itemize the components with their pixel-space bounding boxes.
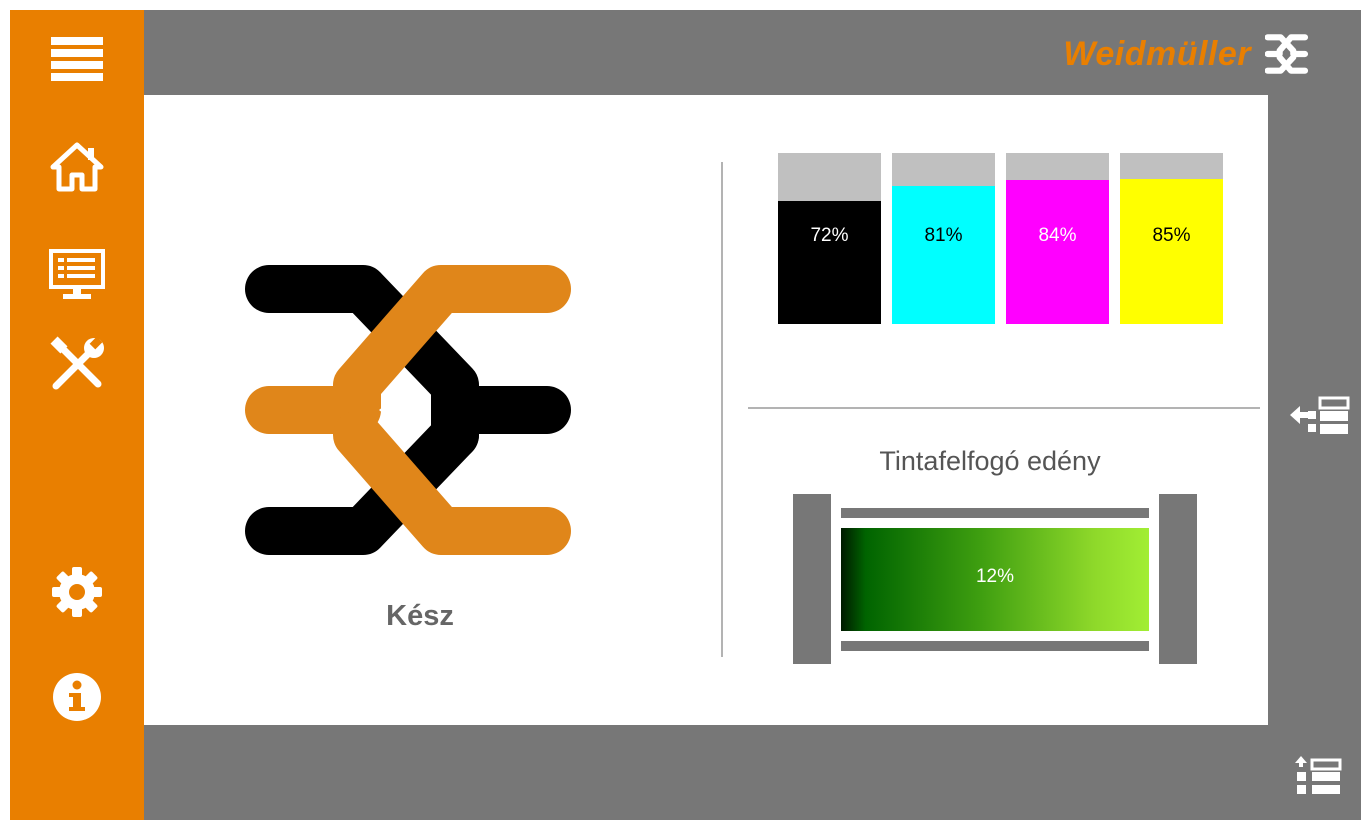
ink-fill-yellow <box>1120 178 1223 324</box>
ink-level-magenta: 84% <box>1038 225 1077 246</box>
horizontal-divider <box>748 407 1260 409</box>
ink-fill-black <box>778 200 881 324</box>
ink-tank-cyan: 81% <box>892 153 995 324</box>
waste-tank-title: Tintafelfogó edény <box>879 446 1101 476</box>
ink-level-yellow: 85% <box>1152 225 1191 246</box>
waste-tank-right-post <box>1159 494 1197 664</box>
sidebar <box>10 10 144 820</box>
ink-fill-cyan <box>892 185 995 324</box>
printer-status: Kész <box>386 600 454 632</box>
menu-button[interactable] <box>10 20 144 100</box>
info-icon <box>53 673 101 721</box>
settings-button[interactable] <box>10 552 144 632</box>
brand-mark-icon <box>1265 34 1309 74</box>
home-button[interactable] <box>10 127 144 207</box>
brand-name: Weidmüller <box>1063 34 1251 73</box>
ink-level-cyan: 81% <box>924 225 963 246</box>
monitor-button[interactable] <box>10 235 144 315</box>
ink-level-black: 72% <box>810 225 849 246</box>
ink-tank-black: 72% <box>778 153 881 324</box>
waste-tank-left-post <box>793 494 831 664</box>
waste-tank-top-rail <box>841 508 1149 518</box>
tools-icon <box>50 336 104 390</box>
ink-tank-magenta: 84% <box>1006 153 1109 324</box>
monitor-list-icon <box>49 249 105 299</box>
arrow-up-list-icon <box>1295 756 1342 794</box>
waste-tank-bottom-rail <box>841 641 1149 651</box>
collapse-list-button[interactable] <box>1286 396 1350 440</box>
home-icon <box>50 142 104 192</box>
gear-icon <box>52 567 102 617</box>
weidmueller-logo <box>245 265 571 555</box>
tools-button[interactable] <box>10 325 144 405</box>
hamburger-menu-icon <box>51 37 103 81</box>
waste-tank-level: 12% <box>975 566 1015 587</box>
ink-tank-yellow: 85% <box>1120 153 1223 324</box>
brand-logo: Weidmüller <box>1063 30 1309 78</box>
expand-list-button[interactable] <box>1294 756 1342 798</box>
waste-tank-bar: 12% <box>841 528 1149 631</box>
vertical-divider <box>721 162 723 657</box>
arrow-left-list-icon <box>1290 396 1350 434</box>
ink-fill-magenta <box>1006 180 1109 324</box>
info-button[interactable] <box>10 657 144 737</box>
